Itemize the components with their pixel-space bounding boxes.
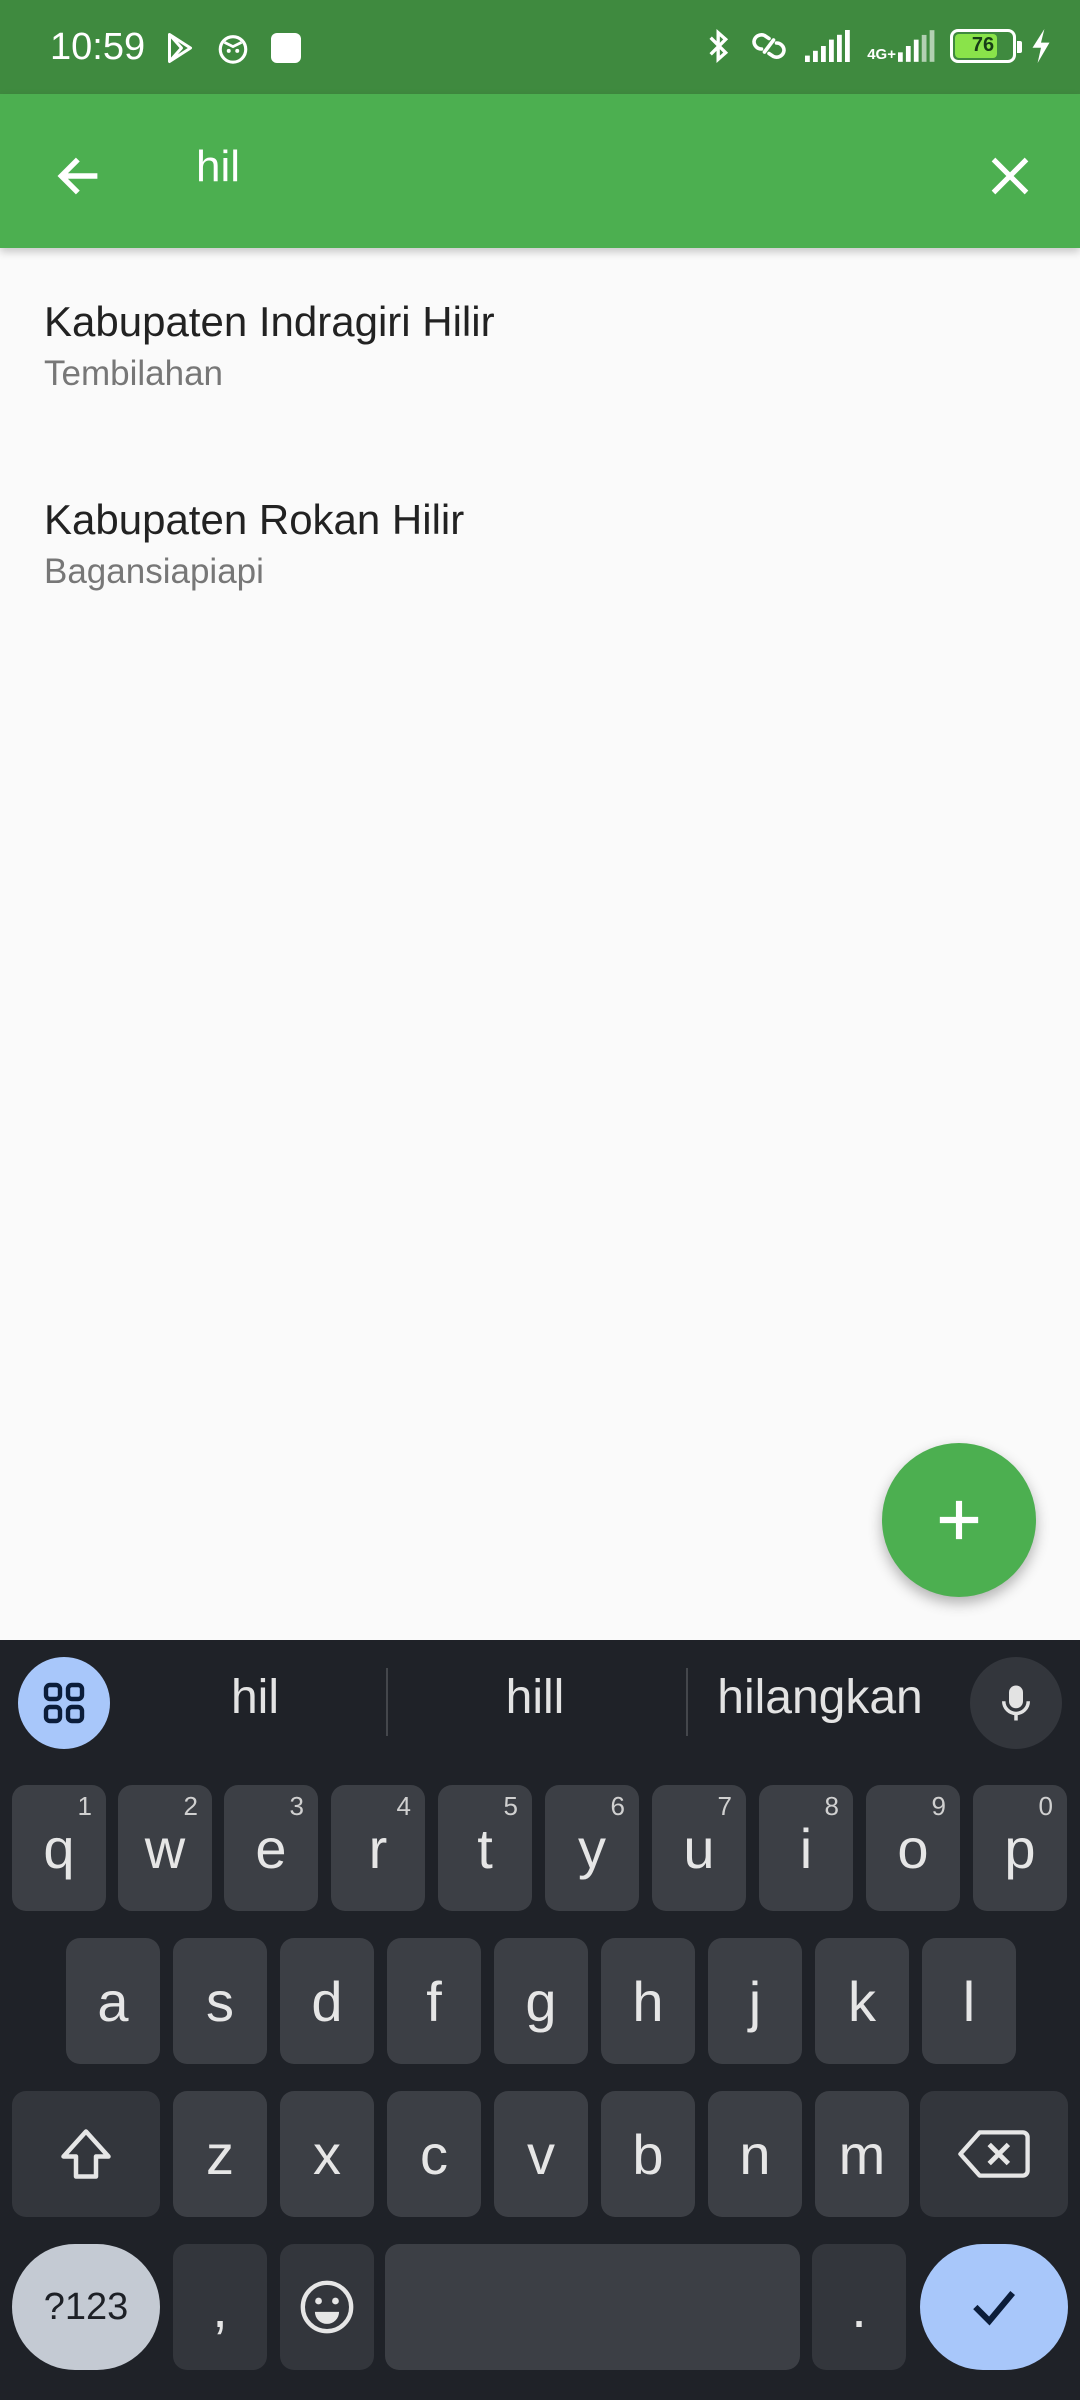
key-b[interactable]: b [601, 2091, 695, 2217]
result-title: Kabupaten Rokan Hilir [44, 496, 465, 543]
key-g[interactable]: g [494, 1938, 588, 2064]
key-s[interactable]: s [173, 1938, 267, 2064]
comma-key[interactable]: , [173, 2244, 267, 2370]
key-r[interactable]: r4 [331, 1785, 425, 1911]
key-y[interactable]: y6 [545, 1785, 639, 1911]
key-u[interactable]: u7 [652, 1785, 746, 1911]
key-a[interactable]: a [66, 1938, 160, 2064]
key-e[interactable]: e3 [224, 1785, 318, 1911]
key-i[interactable]: i8 [759, 1785, 853, 1911]
key-q[interactable]: q1 [12, 1785, 106, 1911]
square-app-icon [271, 33, 301, 63]
list-item[interactable]: Kabupaten Indragiri Hilir Tembilahan [0, 248, 1080, 446]
voice-input-button[interactable] [970, 1657, 1062, 1749]
suggestion-1[interactable]: hil [140, 1670, 370, 1725]
result-subtitle: Tembilahan [44, 354, 223, 393]
cat-face-icon [218, 35, 248, 64]
battery-level: 76 [971, 34, 995, 56]
result-subtitle: Bagansiapiapi [44, 552, 264, 591]
play-store-icon [168, 33, 192, 63]
list-item[interactable]: Kabupaten Rokan Hilir Bagansiapiapi [0, 446, 1080, 644]
key-o[interactable]: o9 [866, 1785, 960, 1911]
arrow-back-icon [57, 157, 98, 195]
key-m[interactable]: m [815, 2091, 909, 2217]
bluetooth-icon [709, 28, 729, 64]
shift-icon [61, 2129, 111, 2179]
key-c[interactable]: c [387, 2091, 481, 2217]
key-p[interactable]: p0 [973, 1785, 1067, 1911]
done-key[interactable] [920, 2244, 1068, 2370]
link-icon [752, 33, 787, 59]
keyboard-apps-button[interactable] [18, 1657, 110, 1749]
emoji-key[interactable] [280, 2244, 374, 2370]
backspace-icon [958, 2130, 1030, 2178]
shift-key[interactable] [12, 2091, 160, 2217]
add-fab-button[interactable] [882, 1443, 1036, 1597]
suggestion-bar: hil hill hilangkan [0, 1640, 1080, 1760]
network-type-label: 4G+ [867, 46, 896, 63]
results-list: Kabupaten Indragiri Hilir Tembilahan Kab… [0, 248, 1080, 644]
signal-icon [805, 30, 851, 62]
clear-search-button[interactable] [970, 136, 1050, 216]
suggestion-2[interactable]: hill [400, 1670, 670, 1725]
key-h[interactable]: h [601, 1938, 695, 2064]
microphone-icon [1002, 1685, 1030, 1721]
key-k[interactable]: k [815, 1938, 909, 2064]
charging-bolt-icon [1032, 29, 1050, 63]
period-key[interactable]: . [812, 2244, 906, 2370]
search-app-bar: hil [0, 94, 1080, 248]
suggestion-3[interactable]: hilangkan [700, 1670, 940, 1725]
key-j[interactable]: j [708, 1938, 802, 2064]
key-w[interactable]: w2 [118, 1785, 212, 1911]
key-x[interactable]: x [280, 2091, 374, 2217]
checkmark-icon [973, 2291, 1015, 2326]
close-icon [991, 157, 1029, 195]
key-l[interactable]: l [922, 1938, 1016, 2064]
battery-icon: 76 [950, 29, 1022, 63]
key-v[interactable]: v [494, 2091, 588, 2217]
backspace-key[interactable] [920, 2091, 1068, 2217]
grid-icon [43, 1682, 85, 1724]
plus-icon [939, 1500, 979, 1540]
status-time: 10:59 [50, 26, 146, 68]
search-input[interactable]: hil [196, 142, 240, 192]
signal-4g-icon: 4G+ [867, 29, 936, 63]
key-z[interactable]: z [173, 2091, 267, 2217]
key-n[interactable]: n [708, 2091, 802, 2217]
result-title: Kabupaten Indragiri Hilir [44, 298, 495, 345]
symbols-key[interactable]: ?123 [12, 2244, 160, 2370]
emoji-icon [300, 2280, 354, 2334]
space-key[interactable] [385, 2244, 800, 2370]
key-d[interactable]: d [280, 1938, 374, 2064]
key-t[interactable]: t5 [438, 1785, 532, 1911]
back-button[interactable] [38, 136, 118, 216]
soft-keyboard: hil hill hilangkan q1 w2 e3 r4 t5 y6 u7 … [0, 1640, 1080, 2400]
key-f[interactable]: f [387, 1938, 481, 2064]
status-bar: 10:59 4G+ 76 [0, 0, 1080, 94]
